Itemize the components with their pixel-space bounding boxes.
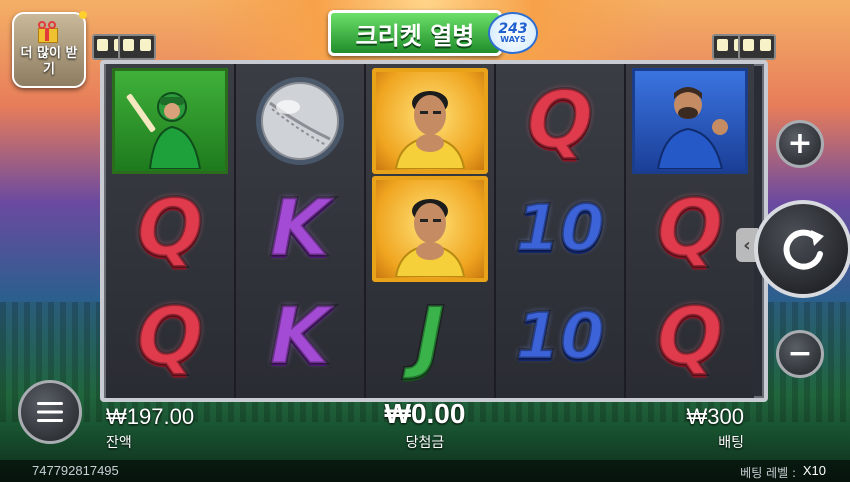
bowler-icon <box>656 87 728 169</box>
captain-icon <box>394 91 466 169</box>
session-id: 747792817495 <box>32 463 119 478</box>
logo-title: 크리켓 열병 <box>355 21 475 50</box>
captain-icon <box>394 199 466 277</box>
symbol-j: J <box>414 292 446 382</box>
floodlight-icon <box>118 34 156 60</box>
symbol-q: Q <box>525 76 594 166</box>
chevron-left-icon: ‹ <box>743 234 751 256</box>
symbol-bowler <box>632 68 748 174</box>
reel-3: J <box>366 64 496 398</box>
symbol-k: K <box>268 292 331 382</box>
footer-bar: 747792817495 베팅 레벨 : X10 <box>0 460 850 482</box>
symbol-k: K <box>268 184 331 274</box>
symbol-q: Q <box>655 184 724 274</box>
symbol-10: 10 <box>514 192 606 266</box>
reel-grid: Q Q K K J Q 10 10 Q Q <box>100 60 768 402</box>
reel-2: K K <box>236 64 366 398</box>
notification-dot <box>79 11 87 19</box>
symbol-captain <box>372 176 488 282</box>
cricket-ball-icon <box>256 77 344 165</box>
symbol-q: Q <box>135 292 204 382</box>
symbol-captain <box>372 68 488 174</box>
balance-label: 잔액 <box>106 435 132 451</box>
floodlight-icon <box>738 34 776 60</box>
reel-5: Q Q <box>626 64 754 398</box>
win-value: ₩0.00 <box>384 398 466 429</box>
balance-value: ₩197.00 <box>106 404 195 429</box>
symbol-q: Q <box>135 184 204 274</box>
bet-label: 배팅 <box>718 435 744 451</box>
win-label: 당첨금 <box>405 435 445 451</box>
menu-icon <box>37 402 63 422</box>
menu-button[interactable] <box>18 380 82 444</box>
spin-button[interactable] <box>754 200 850 298</box>
ways-number: 243 <box>498 21 528 37</box>
bet-decrease-button[interactable]: − <box>776 330 824 378</box>
reel-1: Q Q <box>106 64 236 398</box>
game-logo: 크리켓 열병 243 WAYS <box>328 6 538 56</box>
get-more-label: 더 많이 받기 <box>20 46 78 77</box>
ways-word: WAYS <box>500 35 526 44</box>
gift-icon <box>32 20 62 43</box>
bet-increase-button[interactable]: + <box>776 120 824 168</box>
minus-icon: − <box>787 336 813 371</box>
ways-badge: 243 WAYS <box>488 12 538 54</box>
bet-level-label: 베팅 레벨 : <box>740 466 796 480</box>
symbol-batsman <box>112 68 228 174</box>
reel-4: Q 10 10 <box>496 64 626 398</box>
get-more-button[interactable]: 더 많이 받기 <box>12 11 87 88</box>
bet-value[interactable]: ₩300 <box>660 404 744 430</box>
batsman-icon <box>126 92 202 169</box>
plus-icon: + <box>787 126 813 161</box>
symbol-q: Q <box>655 292 724 382</box>
spin-icon <box>783 229 824 270</box>
bet-level-value: X10 <box>802 463 826 478</box>
symbol-cricket-ball <box>242 68 358 174</box>
symbol-10: 10 <box>514 300 606 374</box>
